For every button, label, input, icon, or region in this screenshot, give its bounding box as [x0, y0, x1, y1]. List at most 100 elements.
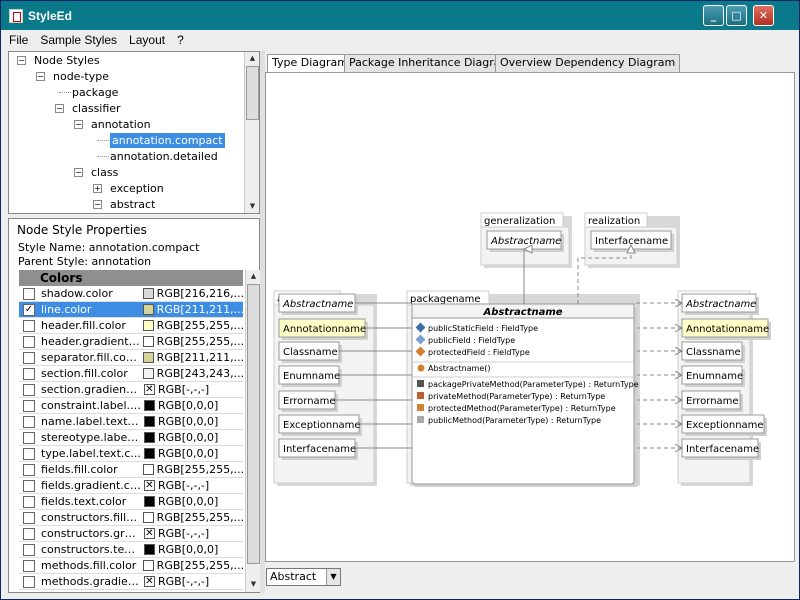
property-row[interactable]: name.label.text.c... RGB[0,0,0]: [19, 414, 243, 430]
menu-layout[interactable]: Layout: [121, 33, 169, 47]
property-checkbox[interactable]: [23, 399, 35, 412]
collapse-icon[interactable]: −: [55, 104, 64, 113]
property-checkbox[interactable]: [23, 463, 35, 476]
tree-node[interactable]: node-type: [53, 69, 109, 84]
properties-scrollbar[interactable]: ▲ ▼: [245, 270, 260, 592]
property-checkbox[interactable]: [23, 431, 35, 444]
scroll-down-icon[interactable]: ▼: [245, 200, 259, 212]
style-tree[interactable]: − Node Styles − node-type package − classifier…: [8, 51, 260, 214]
color-swatch[interactable]: [142, 560, 154, 571]
color-swatch[interactable]: [142, 304, 154, 315]
tree-node[interactable]: annotation: [91, 117, 151, 132]
property-row[interactable]: header.fill.color RGB[255,255,...: [19, 318, 243, 334]
expand-icon[interactable]: +: [93, 184, 102, 193]
color-swatch[interactable]: [142, 464, 154, 475]
node-type-combo[interactable]: Abstract ▼: [266, 568, 341, 586]
color-swatch[interactable]: [142, 288, 154, 299]
tree-node[interactable]: annotation.compact: [110, 133, 225, 148]
tree-node[interactable]: classifier: [72, 101, 121, 116]
property-row[interactable]: ✓ line.color RGB[211,211,...: [19, 302, 243, 318]
tab-overview-dependency-diagram[interactable]: Overview Dependency Diagram: [495, 54, 681, 72]
properties-scroll-thumb[interactable]: [247, 284, 260, 564]
color-swatch[interactable]: [144, 448, 155, 459]
color-swatch[interactable]: [144, 400, 155, 411]
property-checkbox[interactable]: [23, 367, 35, 380]
menu-sample-styles[interactable]: Sample Styles: [32, 33, 121, 47]
property-checkbox[interactable]: [23, 543, 35, 556]
properties-title: Node Style Properties: [17, 223, 147, 237]
property-checkbox[interactable]: [23, 479, 35, 492]
colors-group-header[interactable]: Colors: [19, 270, 243, 286]
property-checkbox[interactable]: [23, 495, 35, 508]
tree-node[interactable]: annotation.detailed: [110, 149, 218, 164]
property-row[interactable]: header.gradient.... RGB[255,255,...: [19, 334, 243, 350]
tree-scrollbar[interactable]: ▲ ▼: [244, 52, 259, 213]
property-checkbox[interactable]: [23, 287, 35, 300]
color-swatch[interactable]: [142, 512, 154, 523]
property-row[interactable]: section.gradient.... ✕ RGB[-,-,-]: [19, 382, 243, 398]
property-row[interactable]: fields.fill.color RGB[255,255,...: [19, 462, 243, 478]
property-row[interactable]: constructors.grad... ✕ RGB[-,-,-]: [19, 526, 243, 542]
tree-node[interactable]: exception: [110, 181, 164, 196]
property-row[interactable]: stereotype.label.... RGB[0,0,0]: [19, 430, 243, 446]
chevron-down-icon[interactable]: ▼: [326, 569, 340, 585]
property-checkbox[interactable]: [23, 383, 35, 396]
property-row[interactable]: fields.text.color RGB[0,0,0]: [19, 494, 243, 510]
property-value: RGB[255,255,...: [156, 463, 243, 476]
property-checkbox[interactable]: [23, 319, 35, 332]
minimize-button[interactable]: _: [703, 5, 724, 26]
property-checkbox[interactable]: [23, 415, 35, 428]
property-checkbox[interactable]: ✓: [23, 303, 35, 316]
maximize-button[interactable]: □: [726, 5, 747, 26]
property-checkbox[interactable]: [23, 447, 35, 460]
property-row[interactable]: section.fill.color RGB[243,243,...: [19, 366, 243, 382]
property-row[interactable]: constructors.text.... RGB[0,0,0]: [19, 542, 243, 558]
collapse-icon[interactable]: −: [74, 168, 83, 177]
collapse-icon[interactable]: −: [74, 120, 83, 129]
property-row[interactable]: constructors.fill.c... RGB[255,255,...: [19, 510, 243, 526]
tree-node[interactable]: abstract: [110, 197, 155, 212]
property-checkbox[interactable]: [23, 511, 35, 524]
property-row[interactable]: methods.fill.color RGB[255,255,...: [19, 558, 243, 574]
collapse-icon[interactable]: −: [36, 72, 45, 81]
property-row[interactable]: separator.fill.color RGB[211,211,...: [19, 350, 243, 366]
tree-node[interactable]: package: [72, 85, 118, 100]
property-row[interactable]: fields.gradient.color ✕ RGB[-,-,-]: [19, 478, 243, 494]
collapse-icon[interactable]: −: [93, 200, 102, 209]
property-row[interactable]: methods.gradient....✕RGB[-,-,-]: [19, 574, 243, 590]
color-swatch[interactable]: [142, 336, 154, 347]
tab-package-inheritance-diagram[interactable]: Package Inheritance Diagram: [344, 54, 517, 72]
scroll-up-icon[interactable]: ▲: [245, 52, 259, 64]
color-swatch[interactable]: [144, 416, 155, 427]
close-button[interactable]: ✕: [753, 5, 774, 26]
scroll-down-icon[interactable]: ▼: [246, 578, 261, 590]
property-checkbox[interactable]: [23, 351, 35, 364]
color-swatch[interactable]: [142, 352, 154, 363]
tree-node[interactable]: Node Styles: [34, 53, 100, 68]
no-color-icon[interactable]: ✕: [144, 480, 155, 491]
color-swatch[interactable]: [142, 320, 154, 331]
color-swatch[interactable]: [144, 496, 155, 507]
color-swatch[interactable]: [142, 368, 154, 379]
no-color-icon[interactable]: ✕: [144, 528, 155, 539]
collapse-icon[interactable]: −: [17, 56, 26, 65]
tree-scroll-thumb[interactable]: [246, 66, 259, 120]
property-checkbox[interactable]: [23, 335, 35, 348]
tab-type-diagram[interactable]: Type Diagram: [267, 54, 353, 73]
property-row[interactable]: shadow.color RGB[216,216,...: [19, 286, 243, 302]
property-checkbox[interactable]: [23, 575, 35, 588]
diagram-pane: Type Diagram Package Inheritance Diagram…: [265, 51, 795, 593]
scroll-up-icon[interactable]: ▲: [246, 270, 261, 282]
property-checkbox[interactable]: [23, 559, 35, 572]
no-color-icon[interactable]: ✕: [144, 384, 155, 395]
tree-node[interactable]: class: [91, 165, 118, 180]
property-row[interactable]: constraint.label.t... RGB[0,0,0]: [19, 398, 243, 414]
property-row[interactable]: type.label.text.c... RGB[0,0,0]: [19, 446, 243, 462]
menu-help[interactable]: ?: [169, 33, 188, 47]
color-swatch[interactable]: [144, 432, 155, 443]
diagram-canvas[interactable]: generalization Abstractname realization Int…: [265, 72, 795, 562]
menu-file[interactable]: File: [1, 33, 32, 47]
no-color-icon[interactable]: ✕: [144, 576, 155, 587]
color-swatch[interactable]: [144, 544, 155, 555]
property-checkbox[interactable]: [23, 527, 35, 540]
